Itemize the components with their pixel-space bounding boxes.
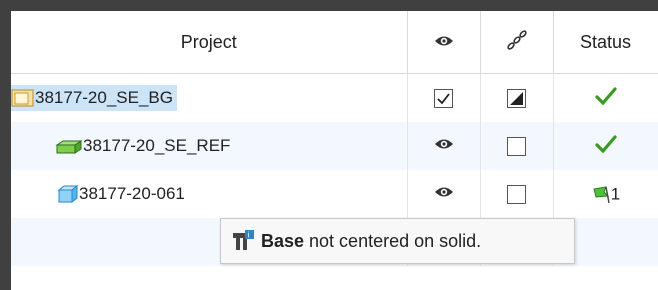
- table-row[interactable]: 38177-20-061 1: [11, 170, 658, 218]
- check-icon: [594, 86, 617, 105]
- link-checkbox[interactable]: [507, 185, 526, 204]
- tree-node-part[interactable]: 38177-20_SE_REF: [11, 136, 230, 156]
- table-row[interactable]: 38177-20_SE_BG: [11, 73, 658, 122]
- check-mark-icon: [437, 93, 450, 105]
- visibility-checkbox[interactable]: [434, 89, 453, 108]
- status-cell: [553, 122, 658, 170]
- eye-icon[interactable]: [434, 185, 454, 199]
- tooltip: i Base not centered on solid.: [220, 218, 575, 264]
- flag-icon[interactable]: [591, 184, 611, 204]
- eye-icon: [434, 36, 453, 45]
- project-name-cell[interactable]: 38177-20-061: [11, 170, 408, 218]
- svg-text:i: i: [248, 231, 250, 240]
- table-row[interactable]: 38177-20_SE_REF: [11, 122, 658, 170]
- tree-node-label: 38177-20-061: [79, 183, 185, 203]
- link-checkbox[interactable]: [507, 137, 526, 156]
- column-header-project[interactable]: Project: [11, 11, 408, 74]
- table-header-row: Project Status: [11, 11, 658, 74]
- visibility-cell[interactable]: [407, 170, 481, 218]
- column-header-visibility[interactable]: [407, 11, 481, 74]
- tooltip-message: Base not centered on solid.: [261, 231, 481, 252]
- chain-link-icon: [506, 29, 527, 50]
- status-count: 1: [610, 184, 621, 204]
- link-cell[interactable]: [480, 73, 554, 122]
- tree-node-part[interactable]: 38177-20-061: [11, 184, 185, 205]
- blue-cube-icon: [57, 185, 79, 204]
- tooltip-bold-term: Base: [261, 230, 305, 251]
- status-cell: [553, 73, 658, 122]
- column-header-link[interactable]: [480, 11, 554, 74]
- green-solid-icon: [55, 139, 83, 154]
- tree-node-label: 38177-20_SE_BG: [35, 87, 173, 107]
- tree-node-label: 38177-20_SE_REF: [83, 136, 231, 156]
- tooltip-text: not centered on solid.: [304, 230, 482, 251]
- project-name-cell[interactable]: 38177-20_SE_REF: [11, 122, 408, 170]
- status-cell[interactable]: 1: [553, 170, 658, 218]
- column-header-status[interactable]: Status: [553, 11, 658, 74]
- visibility-cell[interactable]: [407, 73, 481, 122]
- visibility-cell[interactable]: [407, 122, 481, 170]
- link-cell[interactable]: [480, 122, 554, 170]
- link-cell[interactable]: [480, 170, 554, 218]
- base-icon: i: [233, 230, 254, 250]
- project-name-cell[interactable]: 38177-20_SE_BG: [11, 73, 408, 122]
- eye-icon[interactable]: [434, 137, 454, 151]
- assembly-folder-icon: [11, 89, 34, 107]
- tree-node-assembly[interactable]: 38177-20_SE_BG: [11, 84, 177, 112]
- check-icon: [594, 134, 617, 153]
- window-frame-top: [0, 0, 658, 11]
- link-checkbox-partial[interactable]: [507, 89, 526, 108]
- window-frame-left: [0, 0, 11, 290]
